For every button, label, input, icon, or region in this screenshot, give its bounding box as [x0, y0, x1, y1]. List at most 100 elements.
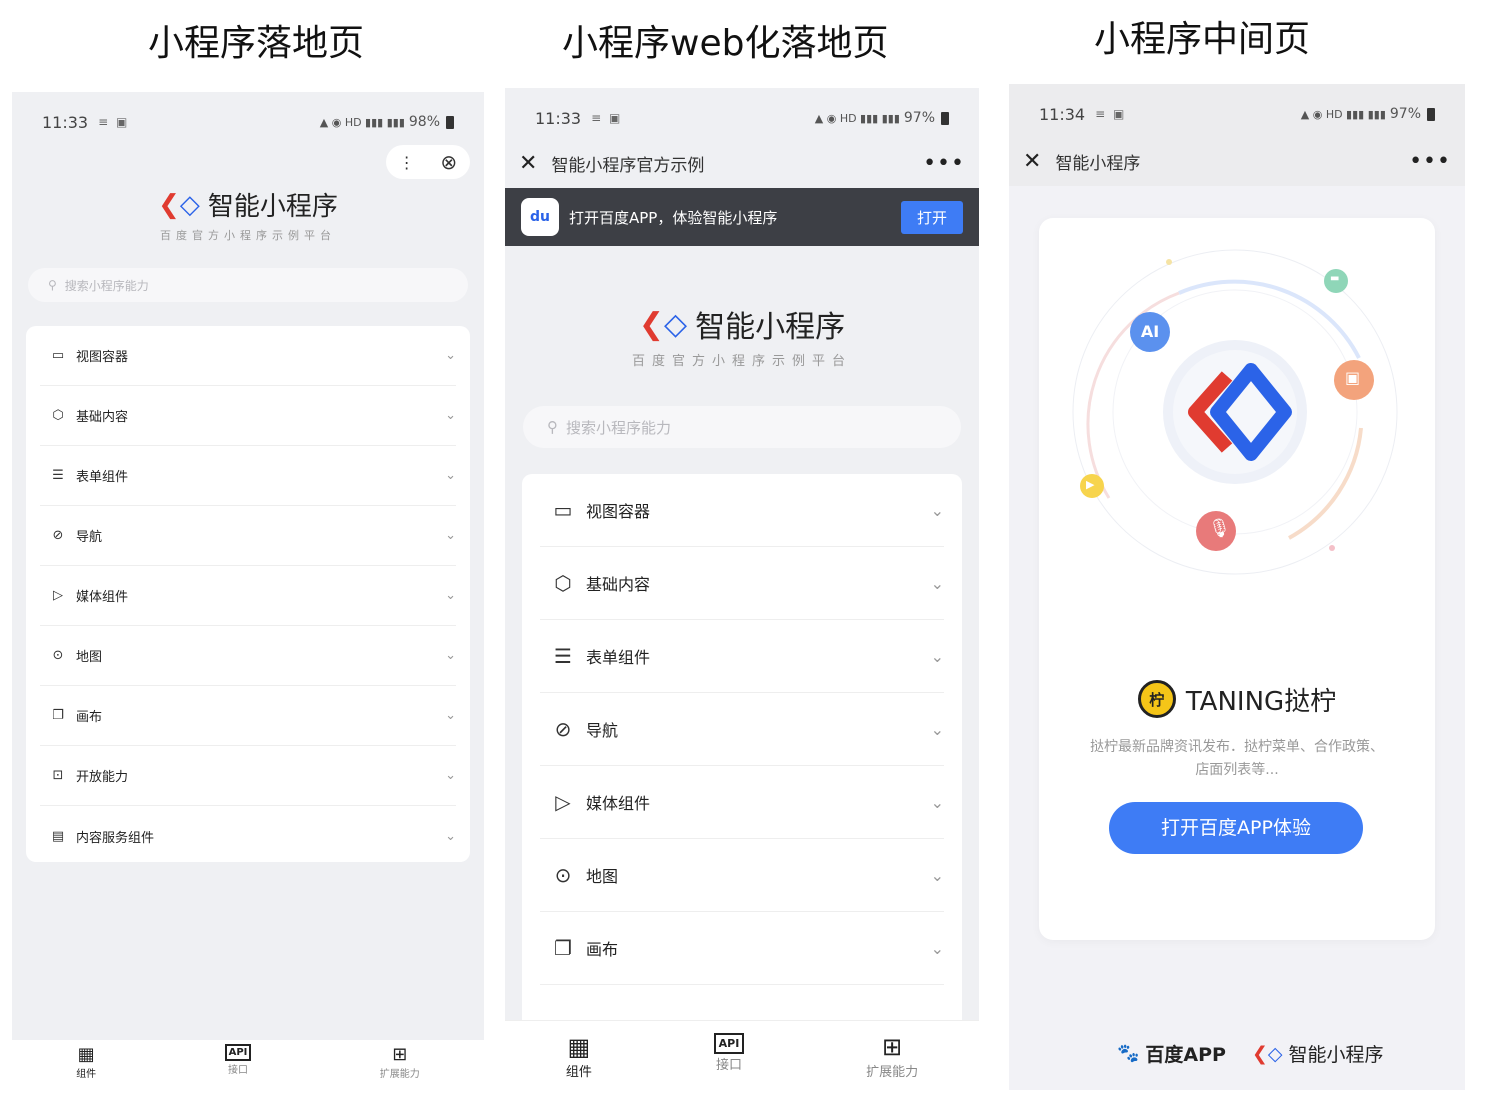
play-icon: ▷ — [53, 588, 63, 603]
caption-middle: 小程序中间页 — [1094, 19, 1311, 60]
canvas-icon: ❐ — [554, 936, 572, 960]
notification-icons: ≡ ▣ — [591, 111, 623, 125]
cube-icon: ⬡ — [52, 408, 64, 423]
list-item[interactable]: ⊘ 导航 ⌄ — [540, 693, 944, 766]
component-list: ▭ 视图容器 ⌄ ⬡ 基础内容 ⌄ ☰ 表单组件 ⌄ ⊘ 导航 ⌄ ▷ 媒体组件 ⌄ ⊙ 地图 ⌄ ❐ 画… — [522, 474, 962, 1034]
list-item[interactable]: ❐ 画布 ⌄ — [540, 912, 944, 985]
more-icon[interactable]: ••• — [1409, 149, 1451, 174]
tab-components[interactable]: ▦ 组件 — [76, 1044, 96, 1080]
microphone-icon: 🎙 — [1208, 518, 1231, 539]
list-item[interactable]: ▭ 视图容器 ⌄ — [540, 474, 944, 547]
list-item-label: 画布 — [76, 710, 103, 725]
nav-title: 智能小程序官方示例 — [551, 155, 705, 176]
battery-icon — [446, 115, 454, 129]
list-item-label: 开放能力 — [76, 770, 129, 785]
more-icon[interactable]: ⋮ — [399, 153, 415, 172]
list-item[interactable]: ⊡ 开放能力 ⌄ — [40, 746, 456, 806]
nav-title: 智能小程序 — [1055, 153, 1141, 174]
list-item-label: 导航 — [76, 530, 103, 545]
list-item-label: 基础内容 — [586, 575, 651, 594]
logo-block: ❮◇ 智能小程序 百度官方小程序示例平台 — [505, 302, 979, 370]
list-item-label: 导航 — [586, 721, 619, 740]
list-item-label: 视图容器 — [586, 502, 651, 521]
map-pin-icon: ⊙ — [52, 648, 64, 663]
phone-landing: 11:33 ≡ ▣ ▲ ◉ HD ▮▮▮ ▮▮▮ 98% ⋮ ⊗ ❮◇ 智能小程… — [12, 92, 484, 1090]
hero-illustration — [1072, 249, 1398, 575]
api-icon: API — [224, 1044, 252, 1061]
logo-block: ❮◇ 智能小程序 百度官方小程序示例平台 — [12, 186, 484, 243]
list-item[interactable]: ⊙ 地图 ⌄ — [540, 839, 944, 912]
chevron-down-icon: ⌄ — [930, 865, 944, 885]
search-input[interactable]: ⚲ 搜索小程序能力 — [523, 406, 961, 448]
tab-label: 组件 — [565, 1065, 592, 1080]
chevron-down-icon: ⌄ — [445, 348, 456, 363]
list-item[interactable]: ☰ 表单组件 ⌄ — [540, 620, 944, 693]
more-icon[interactable]: ••• — [923, 151, 965, 176]
smart-mp-label: 智能小程序 — [1288, 1044, 1384, 1066]
open-baidu-app-button[interactable]: 打开百度APP体验 — [1109, 802, 1363, 854]
list-item[interactable]: ❐ 画布 ⌄ — [40, 686, 456, 746]
signal-icons: ▲ ◉ HD ▮▮▮ ▮▮▮ — [1300, 107, 1386, 121]
chevron-down-icon: ⌄ — [445, 588, 456, 603]
tab-bar: ▦ 组件 API 接口 ⊞ 扩展能力 — [505, 1020, 979, 1090]
list-item[interactable]: ⬡ 基础内容 ⌄ — [40, 386, 456, 446]
list-item-label: 地图 — [586, 867, 619, 886]
nav-bar: ✕ 智能小程序官方示例 ••• — [505, 140, 979, 186]
status-time: 11:34 — [1039, 104, 1086, 124]
close-circle-icon[interactable]: ⊗ — [440, 150, 457, 174]
close-icon[interactable]: ✕ — [519, 151, 537, 176]
extension-icon: ⊞ — [392, 1044, 408, 1065]
list-item[interactable]: ▭ 视图容器 ⌄ — [40, 326, 456, 386]
tab-api[interactable]: API 接口 — [713, 1033, 745, 1073]
api-icon: API — [713, 1033, 745, 1054]
search-input[interactable]: ⚲ 搜索小程序能力 — [28, 268, 468, 302]
smart-mp-logo-icon: ❮◇ — [158, 189, 200, 220]
battery-text: 97% — [1389, 106, 1421, 122]
footer-brands: 🐾 百度APP ❮◇ 智能小程序 — [1117, 1040, 1384, 1067]
tab-label: 接口 — [715, 1058, 742, 1073]
grid-icon: ▦ — [77, 1044, 95, 1065]
list-item[interactable]: ☰ 表单组件 ⌄ — [40, 446, 456, 506]
list-item[interactable]: ⊘ 导航 ⌄ — [40, 506, 456, 566]
chevron-down-icon: ⌄ — [445, 468, 456, 483]
tab-label: 扩展能力 — [379, 1069, 420, 1080]
chevron-down-icon: ⌄ — [445, 708, 456, 723]
tab-api[interactable]: API 接口 — [224, 1044, 252, 1076]
list-item[interactable]: ⊙ 地图 ⌄ — [40, 626, 456, 686]
brand-title: 智能小程序 — [207, 192, 338, 222]
view-container-icon: ▭ — [553, 498, 573, 522]
signal-icons: ▲ ◉ HD ▮▮▮ ▮▮▮ — [319, 115, 405, 129]
compass-icon: ⊘ — [554, 717, 572, 741]
tab-extensions[interactable]: ⊞ 扩展能力 — [380, 1044, 420, 1080]
app-title-row: 柠 TANING挞柠 — [1039, 680, 1435, 718]
list-item[interactable]: ▷ 媒体组件 ⌄ — [540, 766, 944, 839]
baidu-app-icon: du — [521, 198, 559, 236]
list-item[interactable]: ▷ 媒体组件 ⌄ — [40, 566, 456, 626]
status-right: ▲ ◉ HD ▮▮▮ ▮▮▮ 97% — [815, 110, 949, 126]
app-description: 挞柠最新品牌资讯发布．挞柠菜单、合作政策、店面列表等... — [1090, 739, 1384, 778]
list-item[interactable]: ▤ 内容服务组件 ⌄ — [40, 806, 456, 862]
status-bar: 11:33 ≡ ▣ ▲ ◉ HD ▮▮▮ ▮▮▮ 97% — [505, 88, 979, 148]
status-bar: 11:34 ≡ ▣ ▲ ◉ HD ▮▮▮ ▮▮▮ 97% — [1009, 84, 1465, 144]
tab-extensions[interactable]: ⊞ 扩展能力 — [866, 1033, 918, 1080]
close-icon[interactable]: ✕ — [1023, 149, 1041, 174]
tab-components[interactable]: ▦ 组件 — [566, 1033, 592, 1080]
baidu-paw-icon: 🐾 — [1117, 1043, 1140, 1064]
battery-icon — [1427, 107, 1435, 121]
capsule-menu[interactable]: ⋮ ⊗ — [386, 145, 470, 179]
baidu-app-brand: 🐾 百度APP — [1117, 1040, 1226, 1067]
ai-icon: AI — [1140, 322, 1160, 341]
open-button[interactable]: 打开 — [900, 200, 963, 234]
open-app-banner: du 打开百度APP，体验智能小程序 打开 — [505, 188, 979, 246]
search-placeholder: 搜索小程序能力 — [566, 418, 672, 437]
list-item[interactable]: ⬡ 基础内容 ⌄ — [540, 547, 944, 620]
grid-icon: ▦ — [567, 1033, 591, 1061]
wallet-icon: ▣ — [1345, 368, 1361, 387]
chevron-down-icon: ⌄ — [930, 573, 944, 593]
list-item-label: 媒体组件 — [586, 794, 651, 813]
search-icon: ⚲ — [547, 418, 558, 436]
map-pin-icon: ⊙ — [554, 863, 572, 887]
status-time: 11:33 — [42, 112, 89, 132]
view-container-icon: ▭ — [51, 348, 65, 363]
list-item-label: 内容服务组件 — [76, 830, 155, 846]
